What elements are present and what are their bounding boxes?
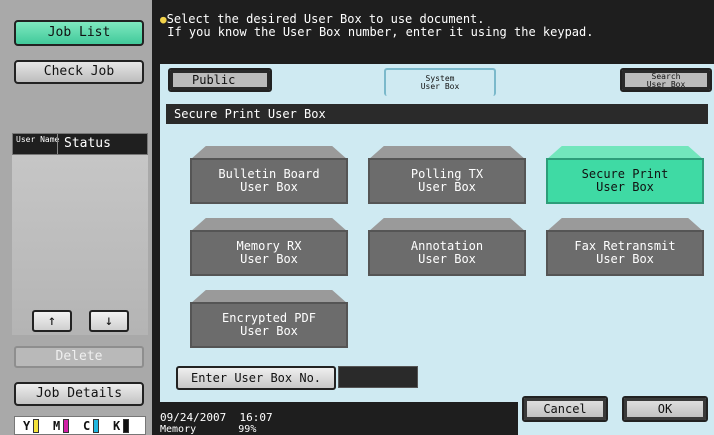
tab-public[interactable]: Public [168, 68, 272, 92]
tab-system-user-box[interactable]: System User Box [384, 68, 496, 96]
tab-system-label-2: User Box [420, 82, 460, 91]
tab-search-user-box[interactable]: Search User Box [620, 68, 712, 92]
user-box-panel: Secure Print User Box Bulletin Board User… [160, 96, 714, 402]
fax-retransmit-user-box-button[interactable]: Fax Retransmit User Box [546, 218, 704, 276]
action-bar: Cancel OK [518, 396, 714, 435]
user-box-number-field[interactable] [338, 366, 418, 388]
tab-bar: Public System User Box Search User Box [160, 64, 714, 96]
enter-user-box-number-button[interactable]: Enter User Box No. [176, 366, 336, 390]
toner-k-bar [123, 419, 129, 433]
job-list-area[interactable] [12, 155, 148, 335]
instruction-line-2: If you know the User Box number, enter i… [160, 25, 594, 39]
encrypted-pdf-user-box-button[interactable]: Encrypted PDF User Box [190, 290, 348, 348]
bulletin-board-user-box-button[interactable]: Bulletin Board User Box [190, 146, 348, 204]
job-list-button[interactable]: Job List [14, 20, 144, 46]
date-time: 09/24/2007 16:07 [160, 411, 273, 424]
user-name-column-header: User Name [16, 135, 60, 144]
toner-y-label: Y [23, 419, 31, 433]
memory-status: Memory 99% [160, 424, 257, 435]
panel-title: Secure Print User Box [166, 104, 708, 124]
status-bar: 09/24/2007 16:07 Memory 99% Cancel OK [152, 396, 714, 435]
cancel-button[interactable]: Cancel [522, 396, 608, 422]
toner-k-label: K [113, 419, 121, 433]
toner-indicator: Y M C K [14, 416, 146, 435]
tab-search-label-2: User Box [646, 80, 686, 89]
instruction-line-1: Select the desired User Box to use docum… [166, 12, 485, 26]
delete-button[interactable]: Delete [14, 346, 144, 368]
check-job-button[interactable]: Check Job [14, 60, 144, 84]
toner-c-label: C [83, 419, 91, 433]
secure-print-user-box-button[interactable]: Secure Print User Box [546, 146, 704, 204]
annotation-user-box-button[interactable]: Annotation User Box [368, 218, 526, 276]
left-panel: Job List Check Job User Name Status ↑ ↓ … [0, 0, 152, 435]
polling-tx-user-box-button[interactable]: Polling TX User Box [368, 146, 526, 204]
scroll-down-button[interactable]: ↓ [89, 310, 129, 332]
toner-m-label: M [53, 419, 61, 433]
job-details-button[interactable]: Job Details [14, 382, 144, 406]
memory-rx-user-box-button[interactable]: Memory RX User Box [190, 218, 348, 276]
toner-m-bar [63, 419, 69, 433]
job-list-header: User Name Status [12, 133, 148, 155]
instruction-message: ●Select the desired User Box to use docu… [160, 13, 593, 39]
toner-y-bar [33, 419, 39, 433]
status-column-header: Status [57, 134, 111, 154]
toner-c-bar [93, 419, 99, 433]
ok-button[interactable]: OK [622, 396, 708, 422]
main-area: ●Select the desired User Box to use docu… [152, 0, 714, 435]
scroll-up-button[interactable]: ↑ [32, 310, 72, 332]
